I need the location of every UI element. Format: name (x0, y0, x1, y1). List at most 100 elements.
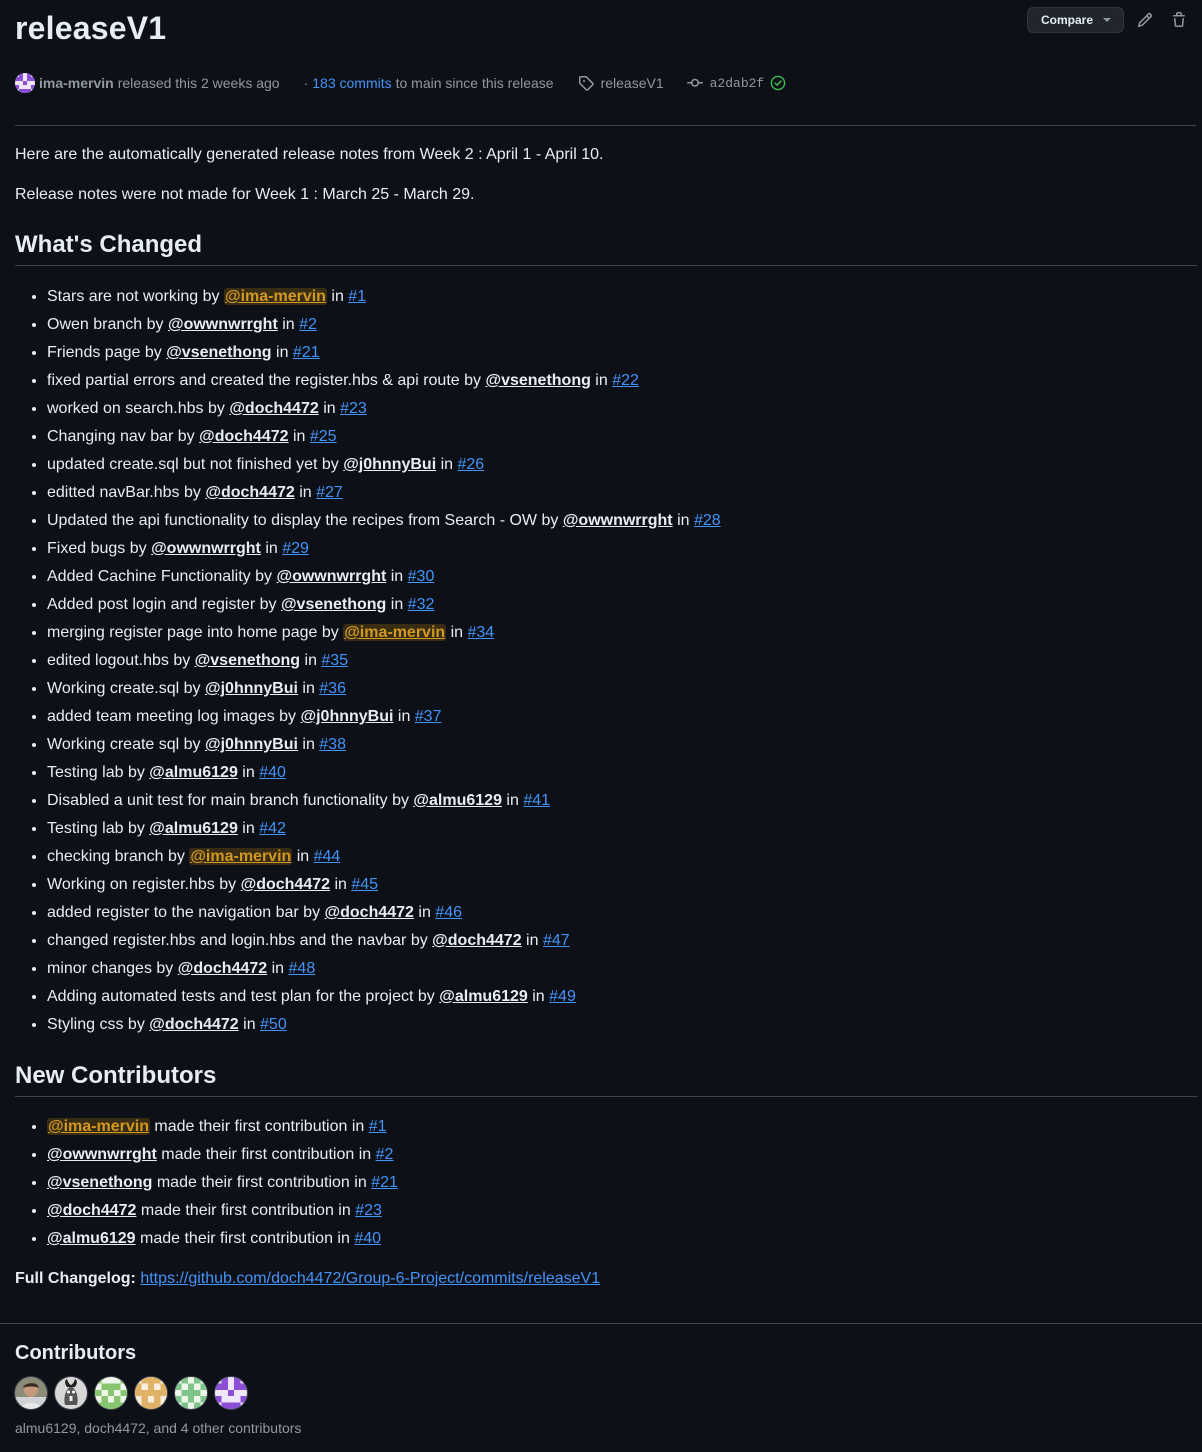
pull-request-link[interactable]: #49 (549, 988, 576, 1005)
list-item: Added post login and register by @vsenet… (47, 591, 721, 619)
full-changelog-link[interactable]: https://github.com/doch4472/Group-6-Proj… (140, 1270, 600, 1287)
user-mention[interactable]: @owwnwrrght (276, 568, 386, 585)
user-mention[interactable]: @doch4472 (325, 904, 414, 921)
pull-request-link[interactable]: #26 (457, 456, 484, 473)
user-mention[interactable]: @j0hnnyBui (343, 456, 436, 473)
user-mention[interactable]: @owwnwrrght (168, 316, 278, 333)
contributor-avatar-5[interactable] (175, 1377, 207, 1409)
pull-request-link[interactable]: #29 (282, 540, 309, 557)
pull-request-link[interactable]: #47 (543, 932, 570, 949)
edit-release-button[interactable] (1132, 7, 1158, 33)
pull-request-link[interactable]: #42 (259, 820, 286, 837)
pull-request-link[interactable]: #32 (408, 596, 435, 613)
user-mention[interactable]: @j0hnnyBui (205, 736, 298, 753)
change-text: Disabled a unit test for main branch fun… (47, 792, 409, 809)
user-mention[interactable]: @owwnwrrght (151, 540, 261, 557)
pull-request-link[interactable]: #1 (369, 1118, 387, 1135)
pull-request-link[interactable]: #38 (319, 736, 346, 753)
author-link[interactable]: ima-mervin (39, 75, 114, 91)
delete-release-button[interactable] (1166, 7, 1192, 33)
contributor-avatar-4[interactable] (135, 1377, 167, 1409)
pull-request-link[interactable]: #34 (468, 624, 495, 641)
user-mention[interactable]: @doch4472 (432, 932, 521, 949)
user-mention[interactable]: @ima-mervin (223, 288, 327, 305)
release-meta: ima-mervin released this 2 weeks ago · 1… (15, 72, 793, 94)
pull-request-link[interactable]: #44 (314, 848, 341, 865)
pull-request-link[interactable]: #27 (316, 484, 343, 501)
change-text: changed register.hbs and login.hbs and t… (47, 932, 428, 949)
user-mention[interactable]: @vsenethong (195, 652, 300, 669)
user-mention[interactable]: @almu6129 (413, 792, 502, 809)
change-text: Added post login and register by (47, 596, 277, 613)
user-mention[interactable]: @j0hnnyBui (301, 708, 394, 725)
pull-request-link[interactable]: #50 (260, 1016, 287, 1033)
user-mention[interactable]: @almu6129 (439, 988, 528, 1005)
commits-suffix: to main since this release (395, 75, 554, 91)
git-commit-icon (686, 78, 703, 87)
user-mention[interactable]: @vsenethong (47, 1174, 152, 1191)
commit-sha[interactable]: a2dab2f (686, 75, 794, 91)
pull-request-link[interactable]: #2 (376, 1146, 394, 1163)
full-changelog: Full Changelog: https://github.com/doch4… (15, 1267, 600, 1291)
user-mention[interactable]: @doch4472 (229, 400, 318, 417)
pull-request-link[interactable]: #25 (310, 428, 337, 445)
list-item: editted navBar.hbs by @doch4472 in #27 (47, 479, 721, 507)
pull-request-link[interactable]: #30 (408, 568, 435, 585)
user-mention[interactable]: @doch4472 (199, 428, 288, 445)
pull-request-link[interactable]: #35 (321, 652, 348, 669)
user-mention[interactable]: @j0hnnyBui (205, 680, 298, 697)
pull-request-link[interactable]: #21 (371, 1174, 398, 1191)
user-mention[interactable]: @ima-mervin (343, 624, 447, 641)
pull-request-link[interactable]: #48 (289, 960, 316, 977)
pull-request-link[interactable]: #40 (259, 764, 286, 781)
change-text: Styling css by (47, 1016, 145, 1033)
pull-request-link[interactable]: #22 (612, 372, 639, 389)
user-mention[interactable]: @doch4472 (205, 484, 294, 501)
change-text: Working create sql by (47, 736, 201, 753)
pull-request-link[interactable]: #1 (348, 288, 366, 305)
user-mention[interactable]: @doch4472 (178, 960, 267, 977)
pull-request-link[interactable]: #37 (415, 708, 442, 725)
user-mention[interactable]: @ima-mervin (189, 848, 293, 865)
pull-request-link[interactable]: #2 (299, 316, 317, 333)
pull-request-link[interactable]: #23 (355, 1202, 382, 1219)
pull-request-link[interactable]: #23 (340, 400, 367, 417)
user-mention[interactable]: @vsenethong (281, 596, 386, 613)
almu6129-avatar[interactable] (15, 1377, 47, 1409)
ima-mervin-avatar[interactable] (215, 1377, 247, 1409)
user-mention[interactable]: @almu6129 (149, 820, 238, 837)
user-mention[interactable]: @doch4472 (149, 1016, 238, 1033)
user-mention[interactable]: @almu6129 (47, 1230, 136, 1247)
change-text: minor changes by (47, 960, 174, 977)
pull-request-link[interactable]: #46 (435, 904, 462, 921)
pull-request-link[interactable]: #36 (319, 680, 346, 697)
release-tag[interactable]: releaseV1 (578, 75, 664, 91)
author-avatar[interactable] (15, 73, 35, 93)
compare-button[interactable]: Compare (1026, 7, 1124, 33)
intro-paragraph-2: Release notes were not made for Week 1 :… (15, 186, 475, 203)
user-mention[interactable]: @almu6129 (149, 764, 238, 781)
release-title: releaseV1 (15, 10, 167, 46)
pull-request-link[interactable]: #41 (523, 792, 550, 809)
list-item: merging register page into home page by … (47, 619, 721, 647)
user-mention[interactable]: @doch4472 (47, 1202, 136, 1219)
pull-request-link[interactable]: #45 (351, 876, 378, 893)
list-item: updated create.sql but not finished yet … (47, 451, 721, 479)
user-mention[interactable]: @ima-mervin (47, 1118, 150, 1135)
commit-sha-text: a2dab2f (709, 75, 765, 91)
pull-request-link[interactable]: #28 (694, 512, 721, 529)
contributor-avatar-3[interactable] (95, 1377, 127, 1409)
user-mention[interactable]: @vsenethong (166, 344, 271, 361)
commits-link[interactable]: 183 commits (312, 75, 391, 91)
verified-check-icon (770, 75, 786, 91)
user-mention[interactable]: @doch4472 (241, 876, 330, 893)
pull-request-link[interactable]: #40 (354, 1230, 381, 1247)
doch4472-avatar[interactable] (55, 1377, 87, 1409)
contribution-text: made their first contribution in (140, 1202, 351, 1219)
change-text: Working create.sql by (47, 680, 201, 697)
list-item: Friends page by @vsenethong in #21 (47, 339, 721, 367)
user-mention[interactable]: @owwnwrrght (47, 1146, 157, 1163)
user-mention[interactable]: @owwnwrrght (563, 512, 673, 529)
pull-request-link[interactable]: #21 (293, 344, 320, 361)
user-mention[interactable]: @vsenethong (485, 372, 590, 389)
